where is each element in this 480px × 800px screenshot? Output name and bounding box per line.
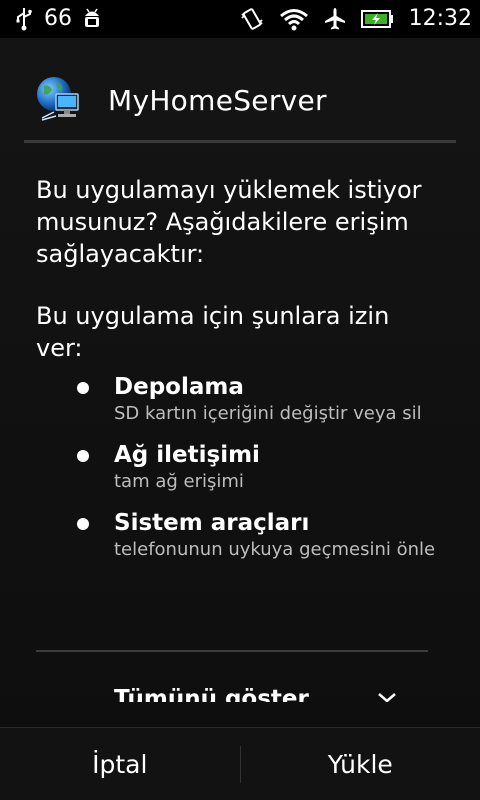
button-bar: İptal Yükle bbox=[0, 727, 480, 800]
globe-computer-icon bbox=[34, 74, 86, 126]
install-button[interactable]: Yükle bbox=[241, 728, 480, 800]
bullet-icon bbox=[77, 382, 89, 394]
permission-title: Sistem araçları bbox=[114, 510, 310, 536]
bullet-icon bbox=[77, 450, 89, 462]
permissions-content[interactable]: Bu uygulamayı yüklemek istiyor musunuz? … bbox=[36, 174, 440, 702]
permission-item: Ağ iletişimi tam ağ erişimi bbox=[36, 440, 440, 494]
airplane-icon bbox=[323, 7, 347, 31]
permission-description: SD kartın içeriğini değiştir veya sil bbox=[114, 403, 422, 424]
header-divider bbox=[24, 140, 456, 143]
notification-count: 66 bbox=[44, 6, 72, 31]
usb-icon bbox=[14, 7, 34, 31]
battery-charging-icon bbox=[360, 9, 395, 29]
chevron-down-icon[interactable] bbox=[376, 690, 398, 702]
permission-description: telefonunun uykuya geçmesini önle bbox=[114, 539, 436, 560]
show-all-button[interactable]: Tümünü göster bbox=[114, 684, 309, 702]
permission-description: tam ağ erişimi bbox=[114, 471, 244, 492]
app-title: MyHomeServer bbox=[108, 83, 327, 117]
android-debug-icon bbox=[82, 7, 102, 31]
permission-title: Ağ iletişimi bbox=[114, 442, 260, 468]
permission-title: Depolama bbox=[114, 374, 244, 400]
content-divider bbox=[36, 650, 428, 652]
permission-intro: Bu uygulama için şunlara izin ver: bbox=[36, 302, 390, 362]
bullet-icon bbox=[77, 518, 89, 530]
status-bar: 66 12:32 bbox=[0, 0, 480, 38]
wifi-icon bbox=[279, 7, 309, 31]
permission-item: Depolama SD kartın içeriğini değiştir ve… bbox=[36, 372, 440, 426]
vibrate-icon bbox=[239, 6, 265, 32]
permission-list: Depolama SD kartın içeriğini değiştir ve… bbox=[36, 372, 440, 562]
install-question: Bu uygulamayı yüklemek istiyor musunuz? … bbox=[36, 176, 422, 268]
permission-item: Sistem araçları telefonunun uykuya geçme… bbox=[36, 508, 440, 562]
install-screen: 66 12:32 MyHomeServer Bu uygulamayı yükl… bbox=[0, 0, 480, 800]
clock: 12:32 bbox=[408, 6, 472, 31]
app-header: MyHomeServer bbox=[24, 60, 456, 140]
cancel-button[interactable]: İptal bbox=[0, 728, 240, 800]
